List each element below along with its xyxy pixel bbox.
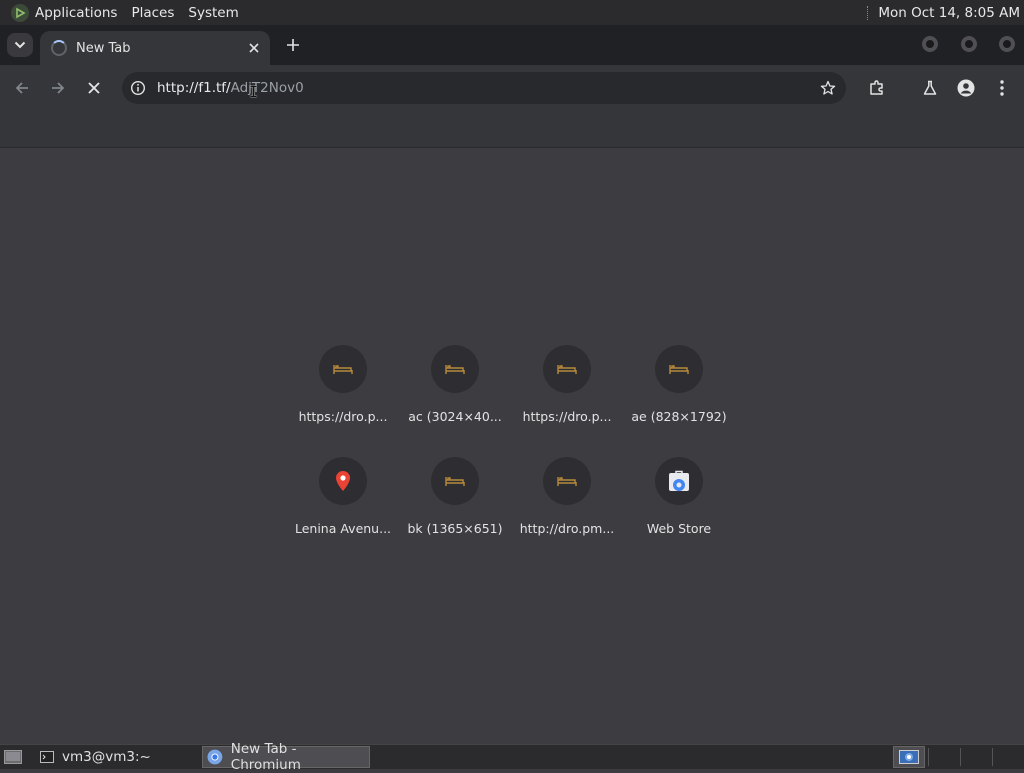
bookmark-star-icon[interactable] [820,80,836,96]
profile-button[interactable] [952,74,980,102]
shortcut-label: ac (3024×40... [408,409,502,424]
close-icon [88,82,100,94]
web-store-icon [655,457,703,505]
avatar-icon [957,79,975,97]
panel-separator [867,5,870,20]
shortcut-label: Lenina Avenu... [294,521,392,536]
task-chromium[interactable]: New Tab - Chromium [202,741,370,773]
task-label: vm3@vm3:~ [62,749,151,765]
dashboard-icon [655,345,703,393]
terminal-icon [40,751,54,763]
toolbar: http://f1.tf/AdjT2Nov0 [0,65,1024,111]
shortcut-label: ae (828×1792) [631,409,727,424]
workspace-switcher[interactable] [893,746,925,768]
forward-button[interactable] [44,74,72,102]
arrow-left-icon [15,82,28,94]
shortcut-label: https://dro.p... [522,409,612,424]
back-button[interactable] [8,74,36,102]
tab-search-button[interactable] [7,33,33,57]
stop-loading-button[interactable] [80,74,108,102]
puzzle-piece-icon [870,80,883,95]
extensions-button[interactable] [863,74,891,102]
workspace-divider [960,748,961,766]
address-bar[interactable]: http://f1.tf/AdjT2Nov0 [122,72,846,104]
flask-icon [923,80,937,95]
top-panel: Applications Places System Mon Oct 14, 8… [0,0,1024,25]
shortcut-tile[interactable]: https://dro.p... [511,345,623,445]
task-terminal[interactable]: vm3@vm3:~ [36,746,194,768]
dashboard-icon [543,345,591,393]
url-text[interactable]: http://f1.tf/AdjT2Nov0 [157,80,304,96]
distro-logo-icon[interactable] [11,3,29,22]
text-cursor-icon: I [249,83,259,101]
chromium-icon [207,749,223,765]
clock[interactable]: Mon Oct 14, 8:05 AM [878,5,1020,21]
shortcut-tile[interactable]: http://dro.pm... [511,457,623,557]
map-pin-icon [319,457,367,505]
shortcut-label: bk (1365×651) [407,521,503,536]
close-icon [249,43,259,53]
bookmark-bar [0,111,1024,148]
shortcut-tile[interactable]: https://dro.p... [287,345,399,445]
taskbar: vm3@vm3:~ New Tab - Chromium [0,741,1024,773]
chevron-down-icon [14,41,26,49]
dashboard-icon [319,345,367,393]
show-desktop-button[interactable] [2,746,24,768]
new-tab-button[interactable] [281,33,305,57]
close-window-button[interactable] [999,36,1015,52]
menu-system[interactable]: System [188,5,238,21]
shortcut-tile[interactable]: Web Store [623,457,735,557]
workspace-divider [992,748,993,766]
desktop-icon [4,750,22,764]
url-prefix: http://f1.tf/ [157,80,231,96]
new-tab-page: https://dro.p... ac (3024×40... https://dr… [0,148,1024,743]
shortcut-label: Web Store [646,521,712,536]
url-rest: AdjT2Nov0 [230,80,304,96]
tab-new-tab[interactable]: New Tab [40,31,270,65]
minimize-button[interactable] [922,36,938,52]
dashboard-icon [543,457,591,505]
site-info-icon[interactable] [130,80,146,96]
workspace-icon [899,750,919,764]
dashboard-icon [431,457,479,505]
plus-icon [287,39,299,51]
chrome-labs-button[interactable] [916,74,944,102]
arrow-right-icon [52,82,65,94]
loading-spinner-icon [51,40,67,56]
menu-button[interactable] [988,74,1016,102]
task-label: New Tab - Chromium [230,741,301,773]
shortcut-label: https://dro.p... [298,409,388,424]
menu-places[interactable]: Places [131,5,174,21]
dashboard-icon [431,345,479,393]
shortcut-tile[interactable]: ac (3024×40... [399,345,511,445]
shortcut-label: http://dro.pm... [519,521,615,536]
tab-title: New Tab [76,40,131,56]
maximize-button[interactable] [961,36,977,52]
tab-strip: New Tab [0,25,1024,65]
menu-applications[interactable]: Applications [35,5,117,21]
workspace-divider [928,748,929,766]
shortcut-tile[interactable]: ae (828×1792) [623,345,735,445]
shortcut-tile[interactable]: bk (1365×651) [399,457,511,557]
shortcut-tile[interactable]: Lenina Avenu... [287,457,399,557]
kebab-menu-icon [1000,80,1004,96]
tab-close-button[interactable] [244,38,264,58]
